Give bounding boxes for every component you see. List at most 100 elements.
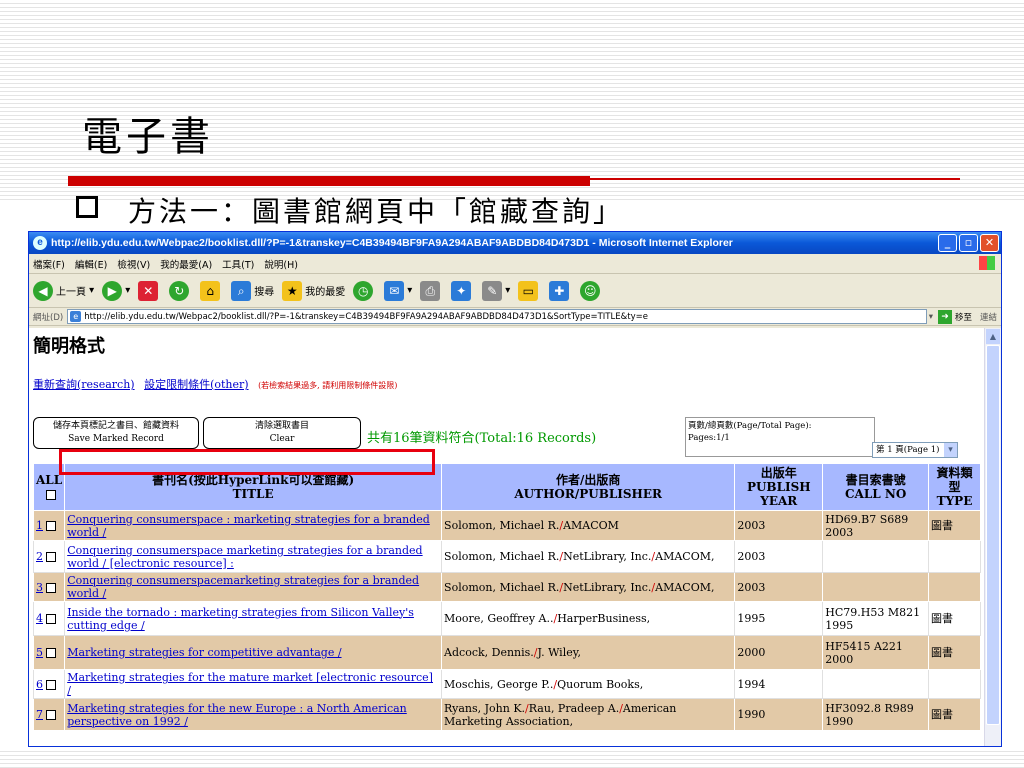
go-arrow-icon[interactable]: ➜	[937, 309, 952, 324]
folder-button[interactable]: ▭	[518, 280, 541, 301]
header-title: 書刊名(按此HyperLink可以查館藏) TITLE	[64, 463, 443, 511]
type-cell	[928, 669, 981, 699]
callno-cell	[822, 669, 930, 699]
back-button[interactable]: ◀ 上一頁 ▾	[33, 280, 94, 301]
row-number-link[interactable]: 1	[36, 519, 43, 532]
vertical-scrollbar[interactable]: ▲	[984, 328, 1001, 746]
row-checkbox[interactable]	[46, 582, 56, 593]
row-number-link[interactable]: 5	[36, 646, 43, 659]
menubar: 檔案(F) 編輯(E) 檢視(V) 我的最愛(A) 工具(T) 說明(H)	[29, 254, 1001, 274]
row-number-link[interactable]: 7	[36, 708, 43, 721]
clear-button[interactable]: 清除選取書目 Clear	[203, 417, 361, 449]
menu-help[interactable]: 說明(H)	[264, 257, 298, 271]
scrollbar-thumb[interactable]	[986, 345, 1000, 725]
row-checkbox[interactable]	[46, 552, 56, 562]
menu-tools[interactable]: 工具(T)	[222, 257, 254, 271]
address-bar: 網址(D) http://elib.ydu.edu.tw/Webpac2/boo…	[29, 308, 1001, 326]
table-row: 1 Conquering consumerspace : marketing s…	[32, 510, 981, 541]
messenger-button[interactable]: ✦	[451, 280, 474, 301]
select-all-checkbox[interactable]	[45, 489, 56, 500]
research-icon: ✚	[549, 280, 570, 301]
title-link[interactable]: Marketing strategies for the new Europe …	[67, 702, 407, 728]
address-dropdown-icon[interactable]: ▾	[929, 312, 933, 322]
author-cell: Moschis, George P../Quorum Books,	[441, 669, 736, 699]
menu-favorites[interactable]: 我的最愛(A)	[160, 257, 212, 271]
favorites-button[interactable]: ★ 我的最愛	[282, 280, 345, 301]
forward-arrow-icon: ▶	[102, 280, 123, 301]
research-button[interactable]: ✚	[549, 280, 572, 301]
save-marked-record-button[interactable]: 儲存本頁標記之書目、館藏資料 Save Marked Record	[33, 417, 199, 449]
table-row: 3 Conquering consumerspacemarketing stra…	[32, 572, 981, 602]
scroll-up-icon[interactable]: ▲	[986, 329, 1000, 344]
callno-cell	[822, 572, 930, 602]
header-all: ALL	[32, 463, 66, 511]
refresh-icon: ↻	[169, 280, 190, 301]
results-table: ALL 書刊名(按此HyperLink可以查館藏) TITLE 作者/出版商 AUT…	[32, 463, 981, 731]
row-checkbox[interactable]	[46, 614, 56, 624]
row-number-link[interactable]: 6	[36, 678, 43, 691]
toolbar: ◀ 上一頁 ▾ ▶ ▾ ✕ ↻ ⌂ ⌕ 搜尋 ★ 我的最愛 ◷ ✉ ▾ ⎙ ✦ ✎ ▾ ▭ …	[29, 274, 1001, 308]
menu-edit[interactable]: 編輯(E)	[75, 257, 107, 271]
maximize-button[interactable]: ▫	[959, 234, 978, 252]
print-button[interactable]: ⎙	[420, 280, 443, 301]
set-limits-link[interactable]: 設定限制條件(other)	[144, 378, 248, 391]
users-button[interactable]: ☺	[580, 280, 603, 301]
forward-button[interactable]: ▶ ▾	[102, 280, 130, 301]
go-button[interactable]: 移至	[955, 311, 972, 323]
stop-button[interactable]: ✕	[138, 280, 161, 301]
author-cell: Adcock, Dennis./J. Wiley,	[441, 635, 736, 670]
title-rule-thin	[590, 178, 960, 180]
author-cell: Ryans, John K./Rau, Pradeep A./American …	[441, 698, 736, 731]
slide-background-stripes	[0, 0, 1024, 200]
title-link[interactable]: Marketing strategies for the mature mark…	[67, 671, 433, 697]
title-link[interactable]: Conquering consumerspace : marketing str…	[67, 513, 430, 539]
year-cell: 1995	[734, 601, 824, 636]
row-checkbox[interactable]	[46, 679, 56, 690]
type-cell	[928, 540, 981, 573]
table-row: 6 Marketing strategies for the mature ma…	[32, 669, 981, 699]
type-cell: 圖書	[928, 601, 981, 636]
research-link[interactable]: 重新查詢(research)	[33, 378, 135, 391]
minimize-button[interactable]: _	[938, 234, 957, 252]
refresh-button[interactable]: ↻	[169, 280, 192, 301]
total-records: 共有16筆資料符合(Total:16 Records)	[367, 431, 597, 446]
stop-icon: ✕	[138, 280, 159, 301]
mail-button[interactable]: ✉ ▾	[384, 280, 412, 301]
title-link[interactable]: Conquering consumerspace marketing strat…	[67, 544, 422, 570]
edit-button[interactable]: ✎ ▾	[482, 280, 510, 301]
slide-bottom-stripes	[0, 748, 1024, 768]
address-input[interactable]: http://elib.ydu.edu.tw/Webpac2/booklist.…	[67, 309, 927, 324]
menu-file[interactable]: 檔案(F)	[33, 257, 65, 271]
address-label: 網址(D)	[33, 312, 64, 323]
row-checkbox[interactable]	[46, 710, 56, 720]
title-link[interactable]: Inside the tornado : marketing strategie…	[67, 606, 414, 632]
title-link[interactable]: Marketing strategies for competitive adv…	[67, 646, 341, 659]
title-link[interactable]: Conquering consumerspacemarketing strate…	[67, 574, 419, 600]
title-rule-thick	[68, 176, 590, 186]
row-checkbox[interactable]	[46, 648, 56, 658]
search-button[interactable]: ⌕ 搜尋	[231, 280, 274, 301]
type-cell	[928, 572, 981, 602]
window-titlebar[interactable]: e http://elib.ydu.edu.tw/Webpac2/booklis…	[29, 232, 1001, 254]
row-number-link[interactable]: 4	[36, 612, 43, 625]
page-select[interactable]: 第 1 頁(Page 1)	[872, 442, 958, 458]
year-cell: 2003	[734, 540, 824, 573]
row-number-link[interactable]: 3	[36, 581, 43, 594]
close-button[interactable]: ✕	[980, 234, 999, 252]
row-checkbox[interactable]	[46, 521, 56, 531]
header-author: 作者/出版商 AUTHOR/PUBLISHER	[441, 463, 736, 511]
folder-icon: ▭	[518, 280, 539, 301]
menu-view[interactable]: 檢視(V)	[117, 257, 150, 271]
header-callno: 書目索書號 CALL NO	[822, 463, 930, 511]
ie-logo-icon: e	[33, 236, 47, 250]
home-button[interactable]: ⌂	[200, 280, 223, 301]
row-number-link[interactable]: 2	[36, 550, 43, 563]
callno-cell	[822, 540, 930, 573]
page-content: 簡明格式 重新查詢(research) 設定限制條件(other) (若檢索結果…	[29, 328, 985, 746]
table-row: 2 Conquering consumerspace marketing str…	[32, 540, 981, 573]
history-button[interactable]: ◷	[353, 280, 376, 301]
callno-cell: HF5415 A221 2000	[822, 635, 930, 670]
links-button[interactable]: 連結	[980, 311, 997, 323]
window-controls: _ ▫ ✕	[938, 234, 999, 252]
print-icon: ⎙	[420, 280, 441, 301]
